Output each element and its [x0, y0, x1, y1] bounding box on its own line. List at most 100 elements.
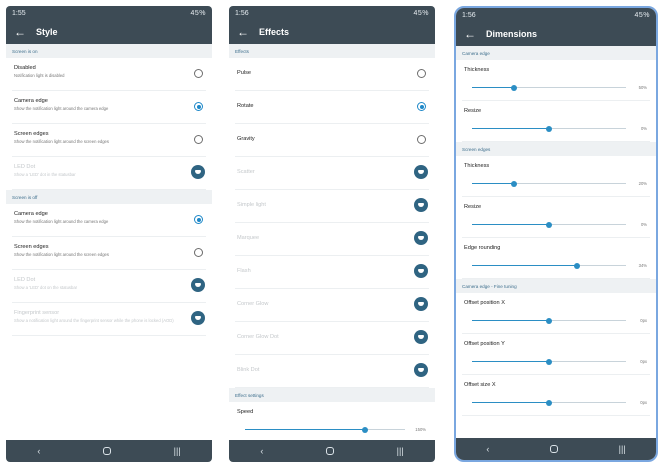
- system-nav-bar: ‹ |||: [229, 440, 435, 462]
- slider-fill: [472, 361, 549, 362]
- setting-description: Show the notification light around the s…: [14, 252, 109, 257]
- section-header: Screen is off: [6, 190, 212, 204]
- slider-thumb[interactable]: [546, 221, 552, 228]
- nav-back-icon[interactable]: ‹: [37, 446, 40, 456]
- nav-home-icon[interactable]: [549, 445, 558, 453]
- pro-lock-icon[interactable]: [414, 330, 428, 344]
- slider-thumb[interactable]: [573, 262, 580, 269]
- setting-item-marquee: Marquee: [229, 223, 435, 255]
- pro-lock-icon[interactable]: [191, 278, 205, 292]
- slider-fill: [472, 128, 549, 129]
- radio-unselected-icon[interactable]: [194, 69, 203, 78]
- slider-track[interactable]: [472, 180, 626, 187]
- setting-label: Fingerprint sensor: [14, 310, 60, 316]
- pro-lock-icon[interactable]: [191, 165, 205, 179]
- slider-offset-position-y: Offset position Y 0px: [456, 334, 656, 374]
- slider-fill: [472, 224, 549, 225]
- slider-thumb[interactable]: [510, 84, 517, 91]
- nav-home-icon[interactable]: [102, 447, 111, 455]
- setting-item-corner-glow-dot: Corner Glow Dot: [229, 322, 435, 354]
- status-battery: 45%: [413, 9, 429, 17]
- slider-track[interactable]: [472, 262, 626, 269]
- setting-label: Disabled: [14, 65, 36, 71]
- slider-thumb[interactable]: [362, 426, 368, 433]
- slider-edge-rounding: Edge rounding 34%: [456, 238, 656, 278]
- nav-back-icon[interactable]: ‹: [260, 446, 263, 456]
- pro-lock-icon[interactable]: [414, 165, 428, 179]
- slider-track[interactable]: [472, 221, 626, 228]
- setting-label: Rotate: [237, 103, 254, 109]
- setting-label: LED Dot: [14, 277, 36, 283]
- pro-lock-icon[interactable]: [414, 198, 428, 212]
- setting-item-camera-edge[interactable]: Camera edge Show the notification light a…: [6, 91, 212, 123]
- slider-offset-size-x: Offset size X 0px: [456, 375, 656, 415]
- nav-recents-icon[interactable]: |||: [397, 446, 404, 456]
- slider-label: Offset position Y: [464, 341, 505, 347]
- slider-value: 150%: [415, 427, 426, 432]
- setting-label: Simple light: [237, 202, 266, 208]
- slider-thumb[interactable]: [510, 180, 517, 187]
- slider-fill: [472, 183, 514, 184]
- effects-settings-list: Effects Pulse Rotate Gravity Scatter Simple l…: [229, 44, 435, 440]
- section-header: Camera edge - Fine tuning: [456, 279, 656, 293]
- back-arrow-icon[interactable]: ←: [14, 25, 30, 39]
- screenshot-stage: 1:55 45% ← Style Screen is on Disabled Not…: [0, 0, 664, 468]
- setting-item-rotate[interactable]: Rotate: [229, 91, 435, 123]
- slider-resize: Resize 0%: [456, 101, 656, 141]
- setting-item-pulse[interactable]: Pulse: [229, 58, 435, 90]
- slider-track[interactable]: [472, 358, 626, 365]
- slider-track[interactable]: [472, 84, 626, 91]
- setting-label: Gravity: [237, 136, 255, 142]
- section-header: Camera edge: [456, 46, 656, 60]
- pro-lock-icon[interactable]: [414, 231, 428, 245]
- setting-item-screen-edges[interactable]: Screen edges Show the notification light …: [6, 237, 212, 269]
- back-arrow-icon[interactable]: ←: [237, 25, 253, 39]
- setting-description: Show a 'LED' dot in the statusbar: [14, 172, 76, 177]
- slider-track[interactable]: [472, 399, 626, 406]
- dimensions-settings-list: Camera edge Thickness 50% Resize 0% Screen ed…: [456, 46, 656, 438]
- slider-label: Speed: [237, 409, 254, 415]
- slider-track[interactable]: [245, 426, 405, 433]
- setting-label: Corner Glow Dot: [237, 334, 279, 340]
- slider-value: 0%: [640, 126, 647, 131]
- radio-selected-icon[interactable]: [194, 215, 203, 224]
- slider-resize: Resize 0%: [456, 197, 656, 237]
- slider-thickness: Thickness 50%: [456, 60, 656, 100]
- radio-unselected-icon[interactable]: [194, 135, 203, 144]
- slider-label: Offset position X: [464, 300, 505, 306]
- status-time: 1:56: [462, 11, 476, 19]
- radio-unselected-icon[interactable]: [194, 248, 203, 257]
- nav-recents-icon[interactable]: |||: [619, 444, 626, 454]
- setting-item-gravity[interactable]: Gravity: [229, 124, 435, 156]
- back-arrow-icon[interactable]: ←: [464, 27, 480, 41]
- slider-thumb[interactable]: [546, 358, 552, 365]
- setting-label: Corner Glow: [237, 301, 269, 307]
- radio-unselected-icon[interactable]: [417, 69, 426, 78]
- pro-lock-icon[interactable]: [191, 311, 205, 325]
- slider-track[interactable]: [472, 125, 626, 132]
- radio-selected-icon[interactable]: [194, 102, 203, 111]
- pro-lock-icon[interactable]: [414, 264, 428, 278]
- setting-item-led-dot: LED Dot Show a 'LED' dot in the statusbar: [6, 157, 212, 189]
- slider-track[interactable]: [472, 317, 626, 324]
- setting-item-screen-edges[interactable]: Screen edges Show the notification light …: [6, 124, 212, 156]
- setting-item-camera-edge[interactable]: Camera edge Show the notification light a…: [6, 204, 212, 236]
- slider-fill: [472, 87, 514, 88]
- slider-value: 0px: [640, 400, 647, 405]
- slider-thumb[interactable]: [546, 125, 552, 132]
- nav-back-icon[interactable]: ‹: [486, 444, 489, 454]
- setting-label: Flash: [237, 268, 251, 274]
- system-nav-bar: ‹ |||: [6, 440, 212, 462]
- radio-unselected-icon[interactable]: [417, 135, 426, 144]
- pro-lock-icon[interactable]: [414, 297, 428, 311]
- setting-item-led-dot: LED Dot Show a 'LED' dot on the statusbar: [6, 270, 212, 302]
- setting-item-disabled[interactable]: Disabled Notification light is disabled: [6, 58, 212, 90]
- pro-lock-icon[interactable]: [414, 363, 428, 377]
- nav-recents-icon[interactable]: |||: [174, 446, 181, 456]
- slider-thumb[interactable]: [546, 399, 552, 406]
- radio-selected-icon[interactable]: [417, 102, 426, 111]
- slider-label: Thickness: [464, 163, 490, 169]
- status-bar: 1:55 45%: [6, 6, 212, 20]
- slider-thumb[interactable]: [546, 317, 552, 324]
- nav-home-icon[interactable]: [325, 447, 334, 455]
